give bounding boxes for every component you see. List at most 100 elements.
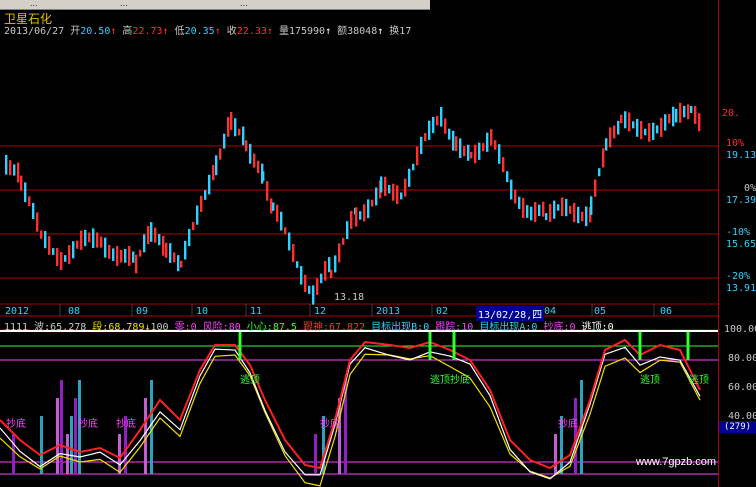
candlestick: [463, 146, 466, 157]
escape-signal-label: 逃顶: [240, 375, 260, 386]
candlestick: [120, 249, 123, 263]
signal-bar: [56, 398, 59, 474]
indicator-name: 1111: [4, 322, 29, 333]
time-label: 2012: [5, 306, 30, 317]
grid-lines: [0, 145, 718, 475]
candlestick: [375, 187, 378, 206]
signal-bar: [118, 434, 121, 474]
escape-bottom-signal-label: 逃顶抄底: [430, 375, 470, 386]
candlestick: [316, 278, 319, 295]
candlestick: [440, 106, 443, 127]
candlestick: [388, 184, 391, 194]
candlestick: [518, 196, 521, 210]
candlestick: [162, 235, 165, 256]
candlestick: [467, 144, 470, 161]
time-label: 11: [250, 306, 263, 317]
candlestick: [542, 201, 545, 217]
candlestick: [557, 204, 560, 211]
target-b-value: 0: [423, 322, 430, 333]
candlestick: [581, 211, 584, 222]
candlestick: [296, 261, 299, 268]
candlestick: [549, 203, 552, 222]
care-label: 小心:: [246, 322, 273, 333]
candlestick: [448, 128, 451, 140]
candlestick: [165, 242, 168, 258]
candlestick: [24, 182, 27, 203]
panel-tag[interactable]: (279): [719, 421, 756, 433]
candlestick: [444, 118, 447, 134]
candlestick: [173, 252, 176, 263]
time-label: 09: [136, 306, 149, 317]
candlestick: [308, 285, 311, 294]
candlestick: [598, 168, 601, 177]
candlestick: [253, 153, 256, 168]
candlestick: [522, 197, 525, 218]
candlestick: [124, 248, 127, 263]
candlestick: [139, 249, 142, 257]
time-label: 2013: [376, 306, 401, 317]
chart-canvas[interactable]: [0, 0, 756, 487]
time-label: 08: [68, 306, 81, 317]
candlestick: [498, 144, 501, 164]
candlestick: [470, 151, 473, 159]
candlestick: [428, 120, 431, 140]
candlestick: [88, 232, 91, 243]
candlestick: [215, 155, 218, 176]
candlestick: [573, 202, 576, 223]
candlestick: [249, 143, 252, 164]
candlestick: [288, 232, 291, 251]
candlestick: [135, 254, 138, 274]
bottom-signal-label: 抄底: [558, 419, 578, 430]
candlestick: [300, 265, 303, 285]
care-value: 87.5: [272, 322, 297, 333]
candlestick: [660, 117, 663, 137]
candlestick: [28, 196, 31, 207]
wave-line: [0, 338, 701, 470]
signal-bar: [554, 434, 557, 474]
price-axis-label: -20%: [726, 271, 751, 282]
candlestick: [363, 204, 366, 222]
price-axis-label: 13.91: [726, 283, 756, 294]
candlestick: [380, 176, 383, 193]
candlestick: [432, 116, 435, 134]
seg-value: 68.789: [108, 322, 145, 333]
candlestick: [514, 189, 517, 204]
track-label: 跟神:: [302, 322, 329, 333]
bottom-label: 抄底:: [543, 322, 570, 333]
candlestick: [502, 157, 505, 173]
candlestick: [132, 251, 135, 263]
candlestick: [672, 106, 675, 127]
candlestick: [636, 118, 639, 137]
candlestick: [690, 105, 693, 113]
zero-label: 零:: [174, 322, 191, 333]
candlestick: [620, 114, 623, 124]
seg-label: 段:: [92, 322, 109, 333]
target-a-label: 目标出现A:: [479, 322, 532, 333]
candlestick: [334, 255, 337, 273]
candlestick: [257, 160, 260, 174]
wave-label: 波:: [34, 322, 51, 333]
candlestick: [624, 111, 627, 129]
candlestick: [245, 140, 248, 152]
time-label: 04: [544, 306, 557, 317]
candlestick: [180, 260, 183, 268]
bottom-signal-label: 抄底: [6, 419, 26, 430]
candlestick: [116, 245, 119, 266]
bottom-signal-label: 抄底: [320, 419, 340, 430]
candlestick: [56, 247, 59, 266]
candlestick: [694, 106, 697, 124]
candlestick: [188, 228, 191, 247]
candlestick: [227, 117, 230, 137]
candlestick: [675, 108, 678, 123]
candlestick: [569, 205, 572, 214]
candlestick: [459, 138, 462, 159]
candlestick: [474, 144, 477, 164]
candlestick: [534, 202, 537, 223]
wave-value: 65.278: [50, 322, 87, 333]
hundred-value: 100: [150, 322, 169, 333]
candlestick: [482, 143, 485, 152]
candlestick: [664, 114, 667, 131]
candlestick: [60, 251, 63, 270]
candlestick: [169, 243, 172, 263]
risk-value: 80: [228, 322, 241, 333]
